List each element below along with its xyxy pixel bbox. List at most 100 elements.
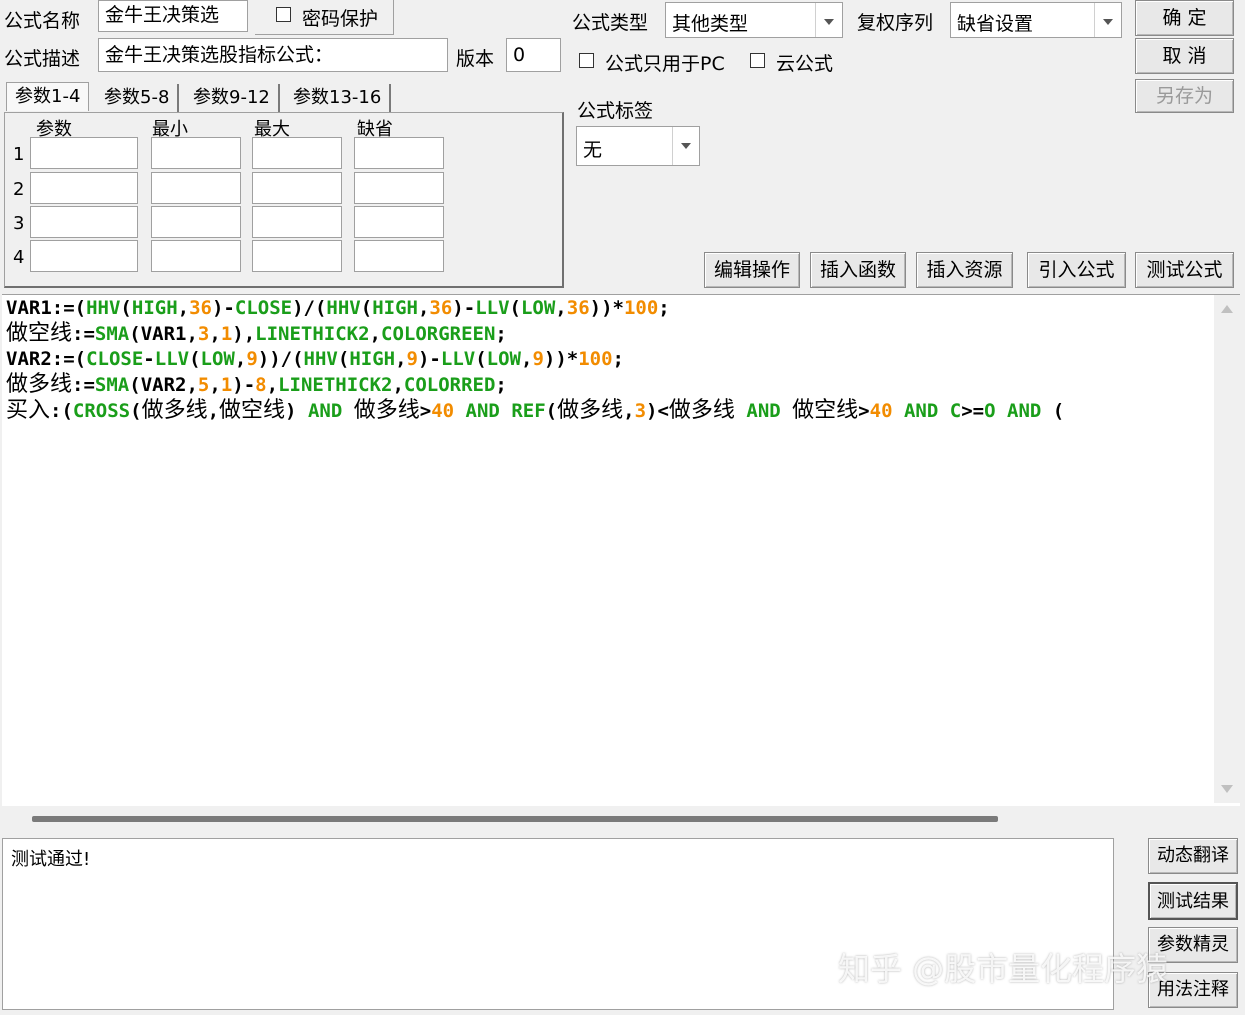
param-cell-r1-c3[interactable] <box>252 137 342 169</box>
code-token: > <box>858 400 870 422</box>
code-editor[interactable]: VAR1:=(HHV(HIGH,36)-CLOSE)/(HHV(HIGH,36)… <box>2 294 1240 807</box>
formula-desc-input[interactable]: 金牛王决策选股指标公式： <box>98 38 448 72</box>
param-cell-r4-c1[interactable] <box>30 240 138 272</box>
code-token: HHV <box>86 297 121 319</box>
test-result-button[interactable]: 测试结果 <box>1148 882 1238 920</box>
scroll-down-icon[interactable] <box>1221 785 1233 793</box>
vertical-scrollbar[interactable] <box>1214 295 1240 803</box>
param-cell-r4-c2[interactable] <box>151 240 241 272</box>
code-line: 做空线:=SMA(VAR1,3,1),LINETHICK2,COLORGREEN… <box>6 321 507 346</box>
formula-type-select[interactable]: 其他类型 <box>665 2 843 38</box>
tab-params-13-16[interactable]: 参数13-16 <box>285 84 392 112</box>
code-token: ( <box>545 400 558 422</box>
formula-tag-select[interactable]: 无 <box>576 126 700 166</box>
param-cell-r3-c2[interactable] <box>151 206 241 238</box>
param-cell-r3-c3[interactable] <box>252 206 342 238</box>
code-line: VAR1:=(HHV(HIGH,36)-CLOSE)/(HHV(HIGH,36)… <box>6 296 670 321</box>
code-token: CLOSE <box>234 297 293 319</box>
code-token: LOW <box>486 348 521 370</box>
version-label: 版本 <box>456 48 495 70</box>
insert-function-button[interactable]: 插入函数 <box>810 252 906 288</box>
save-as-button[interactable]: 另存为 <box>1135 79 1234 113</box>
code-token: 9 <box>532 348 544 370</box>
code-token: , <box>520 348 533 370</box>
dynamic-translate-button[interactable]: 动态翻译 <box>1148 838 1238 874</box>
code-token: 3 <box>197 323 210 345</box>
param-cell-r2-c3[interactable] <box>252 172 342 204</box>
cancel-button[interactable]: 取 消 <box>1135 38 1234 74</box>
tab-params-1-4[interactable]: 参数1-4 <box>6 82 90 111</box>
formula-name-input[interactable]: 金牛王决策选 <box>98 0 248 32</box>
version-input[interactable]: 0 <box>506 38 561 72</box>
code-token: ; <box>495 323 507 345</box>
param-cell-r4-c3[interactable] <box>252 240 342 272</box>
cloud-formula-checkbox[interactable] <box>750 53 765 68</box>
param-cell-r2-c4[interactable] <box>354 172 444 204</box>
code-token: 做多线 <box>353 398 420 423</box>
import-formula-button[interactable]: 引入公式 <box>1027 252 1126 288</box>
code-token: CLOSE <box>86 348 144 370</box>
param-row-1-number: 1 <box>13 144 25 165</box>
code-token: :=( <box>51 297 87 319</box>
param-cell-r2-c2[interactable] <box>151 172 241 204</box>
formula-type-label: 公式类型 <box>572 12 649 34</box>
param-cell-r4-c4[interactable] <box>354 240 444 272</box>
code-token: O <box>984 400 996 422</box>
code-token: , <box>209 323 221 345</box>
formula-type-value: 其他类型 <box>672 13 749 35</box>
param-cell-r3-c4[interactable] <box>354 206 444 238</box>
tab-params-9-12[interactable]: 参数9-12 <box>185 84 280 112</box>
test-formula-button[interactable]: 测试公式 <box>1135 252 1234 288</box>
param-cell-r1-c1[interactable] <box>30 137 138 169</box>
param-row-2-number: 2 <box>13 179 25 200</box>
insert-resource-button[interactable]: 插入资源 <box>916 252 1013 288</box>
restore-value: 缺省设置 <box>957 13 1034 35</box>
param-cell-r3-c1[interactable] <box>30 206 138 238</box>
horizontal-scrollbar[interactable] <box>2 806 1240 834</box>
code-token: ( <box>360 297 373 319</box>
formula-tag-value: 无 <box>583 139 603 161</box>
edit-ops-button[interactable]: 编辑操作 <box>704 252 800 288</box>
code-token: , <box>555 297 567 319</box>
password-box-border <box>255 0 394 35</box>
code-token: HHV <box>326 297 361 319</box>
code-token: )< <box>646 400 669 422</box>
code-token: LINETHICK2 <box>255 323 370 345</box>
code-token: 1 <box>220 323 233 345</box>
code-token: :( <box>50 400 73 422</box>
code-token: ; <box>612 348 624 370</box>
param-row-4-number: 4 <box>13 247 25 268</box>
output-text: 测试通过! <box>11 849 91 870</box>
code-token: LOW <box>200 348 235 370</box>
param-cell-r2-c1[interactable] <box>30 172 138 204</box>
scroll-up-icon[interactable] <box>1221 305 1233 313</box>
tab-params-5-8[interactable]: 参数5-8 <box>96 84 180 112</box>
code-token: 做多线 <box>141 398 208 423</box>
ok-button[interactable]: 确 定 <box>1135 0 1234 36</box>
code-token: 3 <box>634 400 647 422</box>
code-token: > <box>419 400 432 422</box>
code-token: 40 <box>869 400 893 422</box>
param-cell-r1-c4[interactable] <box>354 137 444 169</box>
code-token: SMA <box>94 374 130 396</box>
code-token: LLV <box>440 348 476 370</box>
code-token: ))/( <box>257 348 304 370</box>
code-token: 40 <box>431 400 455 422</box>
code-token: 做多线 <box>6 372 73 397</box>
code-token: 36 <box>566 297 590 319</box>
horizontal-scroll-thumb[interactable] <box>32 816 998 822</box>
formula-desc-label: 公式描述 <box>4 48 81 70</box>
code-token: REF <box>511 400 546 422</box>
code-token: )- <box>232 374 256 396</box>
restore-select[interactable]: 缺省设置 <box>950 2 1122 38</box>
param-cell-r1-c2[interactable] <box>151 137 241 169</box>
code-token: := <box>72 374 95 396</box>
code-line: 做多线:=SMA(VAR2,5,1)-8,LINETHICK2,COLORRED… <box>6 372 507 397</box>
code-token: >= <box>961 400 985 422</box>
pc-only-checkbox[interactable] <box>579 53 594 68</box>
